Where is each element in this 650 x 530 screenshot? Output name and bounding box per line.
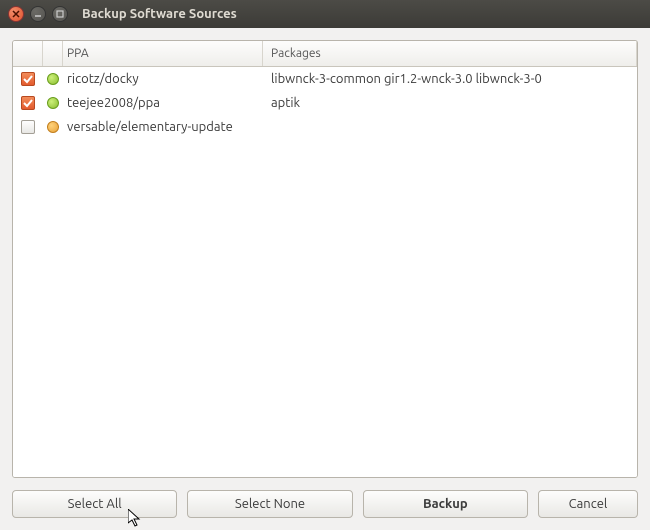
titlebar: Backup Software Sources — [0, 0, 650, 28]
row-ppa-label: ricotz/docky — [63, 72, 263, 86]
row-ppa-label: versable/elementary-update — [63, 120, 263, 134]
col-header-status[interactable] — [43, 41, 63, 66]
select-all-button[interactable]: Select All — [12, 490, 177, 518]
cancel-button[interactable]: Cancel — [538, 490, 638, 518]
backup-button[interactable]: Backup — [363, 490, 528, 518]
status-dot-icon — [47, 73, 59, 85]
status-dot-icon — [47, 121, 59, 133]
list-body: ricotz/dockylibwnck-3-common gir1.2-wnck… — [13, 67, 637, 477]
close-button[interactable] — [8, 6, 24, 22]
list-header: PPA Packages — [13, 41, 637, 67]
row-status-cell — [43, 73, 63, 85]
checkbox[interactable] — [21, 96, 35, 110]
row-ppa-label: teejee2008/ppa — [63, 96, 263, 110]
row-checkbox-cell — [13, 72, 43, 86]
row-status-cell — [43, 121, 63, 133]
checkbox[interactable] — [21, 72, 35, 86]
table-row[interactable]: teejee2008/ppaaptik — [13, 91, 637, 115]
table-row[interactable]: ricotz/dockylibwnck-3-common gir1.2-wnck… — [13, 67, 637, 91]
checkbox[interactable] — [21, 120, 35, 134]
select-none-button[interactable]: Select None — [187, 490, 352, 518]
row-packages-label: aptik — [263, 96, 637, 110]
ppa-list: PPA Packages ricotz/dockylibwnck-3-commo… — [12, 40, 638, 478]
button-bar: Select All Select None Backup Cancel — [12, 490, 638, 518]
col-header-packages[interactable]: Packages — [263, 41, 637, 66]
row-status-cell — [43, 97, 63, 109]
row-checkbox-cell — [13, 120, 43, 134]
row-checkbox-cell — [13, 96, 43, 110]
table-row[interactable]: versable/elementary-update — [13, 115, 637, 139]
minimize-button[interactable] — [30, 6, 46, 22]
maximize-button[interactable] — [52, 6, 68, 22]
content-area: PPA Packages ricotz/dockylibwnck-3-commo… — [0, 28, 650, 530]
status-dot-icon — [47, 97, 59, 109]
row-packages-label: libwnck-3-common gir1.2-wnck-3.0 libwnck… — [263, 72, 637, 86]
col-header-ppa[interactable]: PPA — [63, 41, 263, 66]
col-header-checkbox[interactable] — [13, 41, 43, 66]
window-title: Backup Software Sources — [82, 7, 237, 21]
